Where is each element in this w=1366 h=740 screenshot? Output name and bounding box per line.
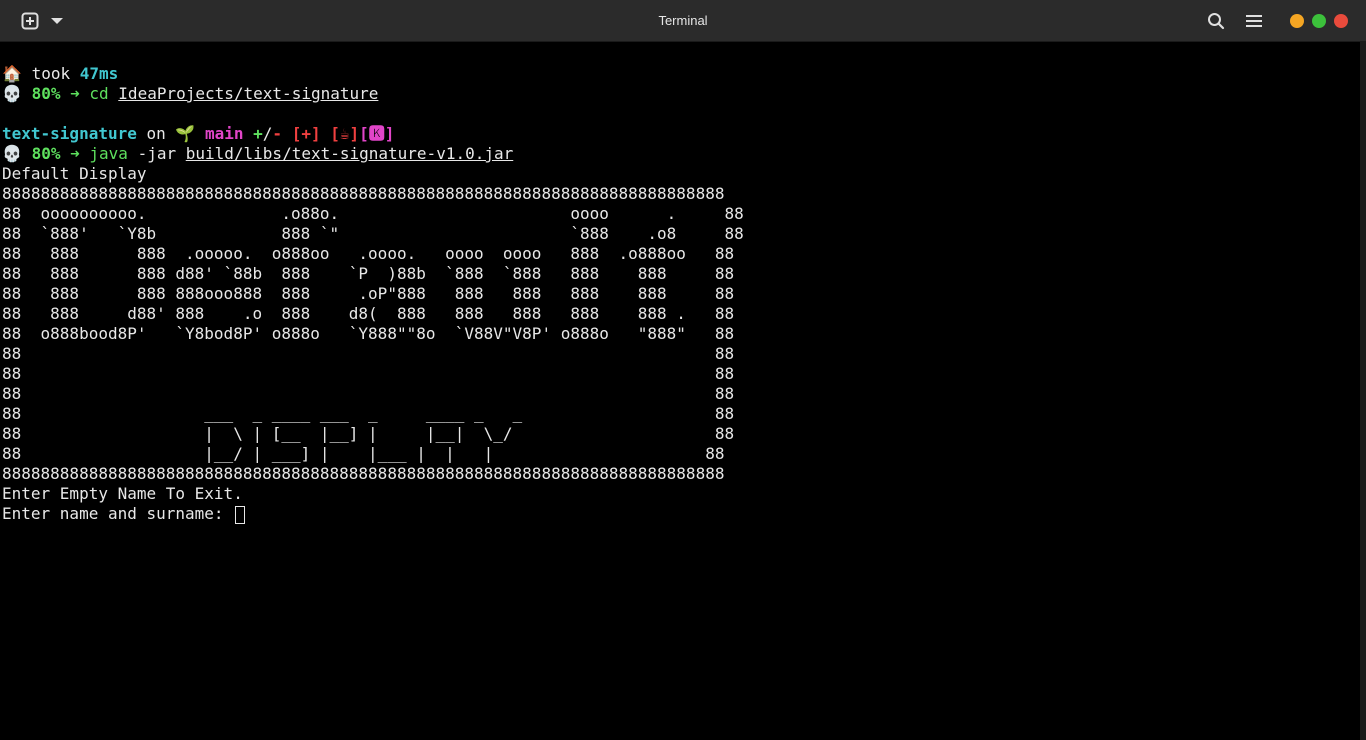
command-name: java (89, 144, 128, 163)
art-line: 88 o888bood8P' `Y8bod8P' o888o `Y888""8o… (2, 324, 735, 343)
git-prompt-line: text-signature on 🌱 main +/- [+] [☕][🅺] (0, 124, 1360, 144)
command-line: 💀 80% ➜ cd IdeaProjects/text-signature (0, 84, 1360, 104)
art-line: 8888888888888888888888888888888888888888… (2, 184, 725, 203)
terminal-cursor (235, 505, 246, 524)
house-icon: 🏠 (2, 64, 22, 83)
art-line: 88 ___ _ ____ ___ _ ____ _ _ 88 (2, 404, 735, 423)
git-minus: - (272, 124, 283, 143)
skull-icon: 💀 (2, 144, 22, 163)
title-bar: Terminal (0, 0, 1366, 42)
art-line: 88 88 (2, 344, 735, 363)
title-bar-right (1206, 11, 1348, 31)
kotlin-badge: [🅺] (359, 124, 395, 143)
battery-percent: 80% (31, 84, 61, 103)
took-label: took (31, 64, 71, 83)
prompt-line: 🏠 took 47ms (0, 64, 1360, 84)
chevron-down-icon (51, 18, 63, 24)
art-line: 88 888 888 d88' `88b 888 `P )88b `888 `8… (2, 264, 735, 283)
arrow-icon: ➜ (70, 84, 80, 103)
java-badge: [☕] (330, 124, 360, 143)
input-prompt: Enter name and surname: (2, 504, 234, 523)
git-slash: / (262, 124, 273, 143)
new-tab-icon (21, 12, 39, 30)
battery-percent: 80% (31, 144, 61, 163)
terminal-output[interactable]: 🏠 took 47ms 💀 80% ➜ cd IdeaProjects/text… (0, 42, 1360, 740)
art-line: 88 `888' `Y8b 888 `" `888 .o8 88 (2, 224, 744, 243)
output-header: Default Display (2, 164, 147, 183)
menu-button[interactable] (1244, 11, 1264, 31)
branch-name: main (204, 124, 244, 143)
close-button[interactable] (1334, 14, 1348, 28)
art-line: 88 oooooooooo. .o88o. oooo . 88 (2, 204, 744, 223)
git-plus: + (253, 124, 263, 143)
tab-dropdown-button[interactable] (50, 16, 64, 26)
art-line: 88 88 (2, 384, 735, 403)
on-label: on (146, 124, 166, 143)
command-arg: build/libs/text-signature-v1.0.jar (185, 144, 514, 163)
duration-value: 47ms (79, 64, 119, 83)
art-line: 88 | \ | [__ |__] | |__| \_/ 88 (2, 424, 735, 443)
git-status: [+] (291, 124, 321, 143)
art-line: 8888888888888888888888888888888888888888… (2, 464, 725, 483)
title-bar-left (20, 11, 64, 31)
search-icon (1208, 13, 1225, 30)
art-line: 88 88 (2, 364, 735, 383)
scrollbar[interactable] (1360, 42, 1366, 740)
command-arg: IdeaProjects/text-signature (118, 84, 379, 103)
command-line: 💀 80% ➜ java -jar build/libs/text-signat… (0, 144, 1360, 164)
directory-name: text-signature (2, 124, 137, 143)
art-line: 88 888 888 888ooo888 888 .oP"888 888 888… (2, 284, 735, 303)
art-line: 88 |__/ | ___] | |___ | | | 88 (2, 444, 725, 463)
art-line: 88 888 888 .ooooo. o888oo .oooo. oooo oo… (2, 244, 735, 263)
scrollbar-thumb[interactable] (1360, 42, 1366, 740)
command-flag: -jar (137, 144, 177, 163)
search-button[interactable] (1206, 11, 1226, 31)
skull-icon: 💀 (2, 84, 22, 103)
new-tab-button[interactable] (20, 11, 40, 31)
command-name: cd (89, 84, 109, 103)
window-controls (1290, 14, 1348, 28)
minimize-button[interactable] (1290, 14, 1304, 28)
exit-hint: Enter Empty Name To Exit. (2, 484, 243, 503)
branch-icon: 🌱 (175, 124, 196, 143)
input-line[interactable]: Enter name and surname: (0, 504, 1360, 524)
maximize-button[interactable] (1312, 14, 1326, 28)
art-line: 88 888 d88' 888 .o 888 d8( 888 888 888 8… (2, 304, 735, 323)
window-title: Terminal (658, 13, 708, 28)
arrow-icon: ➜ (70, 144, 80, 163)
hamburger-menu-icon (1246, 15, 1262, 27)
